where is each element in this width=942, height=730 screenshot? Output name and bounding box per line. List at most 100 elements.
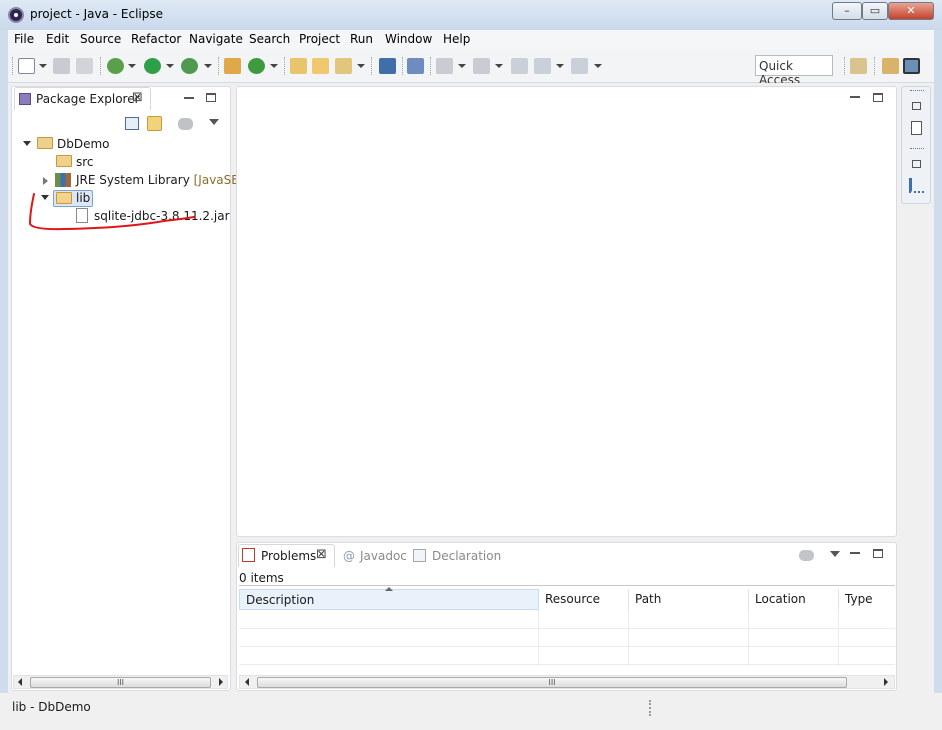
new-dropdown-icon[interactable] <box>39 64 47 68</box>
debug-dropdown-icon[interactable] <box>128 64 136 68</box>
toolbar-separator <box>218 57 219 75</box>
menu-help[interactable]: Help <box>443 32 470 46</box>
link-with-editor-icon[interactable] <box>147 116 162 131</box>
minimize-editor-icon[interactable] <box>850 96 860 98</box>
back-dropdown-icon[interactable] <box>556 64 564 68</box>
scroll-left-icon[interactable] <box>18 678 22 686</box>
menu-window[interactable]: Window <box>385 32 432 46</box>
minimize-view-icon[interactable] <box>850 552 860 554</box>
jre-library-label: JRE System Library <box>76 173 190 187</box>
javadoc-icon: @ <box>343 549 355 563</box>
view-menu-icon[interactable] <box>209 119 219 125</box>
table-row-divider <box>239 664 895 665</box>
search-dropdown-icon[interactable] <box>357 64 365 68</box>
last-edit-location-icon[interactable] <box>511 58 528 74</box>
scroll-thumb[interactable]: III <box>30 677 211 688</box>
next-annotation-icon[interactable] <box>436 58 453 74</box>
minimize-button[interactable]: – <box>832 2 862 20</box>
scroll-right-icon[interactable] <box>884 678 888 686</box>
close-tab-icon[interactable]: ⊠ <box>316 547 327 562</box>
editor-area[interactable] <box>236 86 897 537</box>
view-menu-icon[interactable] <box>830 551 840 557</box>
table-column-divider <box>838 610 839 666</box>
menu-file[interactable]: File <box>14 32 34 46</box>
maximize-view-icon[interactable] <box>873 549 883 558</box>
new-java-class-icon[interactable] <box>248 58 265 74</box>
close-tab-icon[interactable]: ⊠ <box>132 90 143 105</box>
maximize-view-icon[interactable] <box>206 93 216 102</box>
problems-hscrollbar[interactable]: III <box>239 675 895 689</box>
search-icon[interactable] <box>335 58 352 74</box>
menu-navigate[interactable]: Navigate <box>189 32 243 46</box>
column-header-path[interactable]: Path <box>629 589 749 610</box>
quick-access-field[interactable]: Quick Access <box>755 55 833 87</box>
trim-grip <box>910 148 924 150</box>
menu-run[interactable]: Run <box>350 32 373 46</box>
menu-source[interactable]: Source <box>80 32 121 46</box>
run-dropdown-icon[interactable] <box>166 64 174 68</box>
tab-declaration[interactable]: Declaration <box>432 549 501 563</box>
column-header-type[interactable]: Type <box>839 589 895 610</box>
forward-dropdown-icon[interactable] <box>594 64 602 68</box>
toolbar-grip <box>12 57 13 75</box>
package-explorer-hscrollbar[interactable]: III <box>13 675 228 689</box>
tree-item-src[interactable]: src <box>76 155 94 169</box>
toolbar-separator <box>844 57 845 75</box>
project-icon <box>37 137 53 149</box>
external-tools-dropdown-icon[interactable] <box>204 64 212 68</box>
minimize-view-icon[interactable] <box>184 97 194 99</box>
previous-annotation-icon[interactable] <box>473 58 490 74</box>
previous-annotation-dropdown-icon[interactable] <box>495 64 503 68</box>
tab-javadoc[interactable]: Javadoc <box>360 549 407 563</box>
trim-grip <box>910 90 924 92</box>
back-icon[interactable] <box>534 58 551 74</box>
menu-refactor[interactable]: Refactor <box>131 32 181 46</box>
open-task-icon[interactable] <box>312 58 329 74</box>
close-button[interactable]: ✕ <box>888 2 934 20</box>
scroll-thumb[interactable]: III <box>257 677 847 688</box>
run-icon[interactable] <box>144 58 161 74</box>
tree-item-jre-system-library[interactable]: JRE System Library [JavaSE-1. <box>76 173 255 187</box>
forward-icon[interactable] <box>571 58 588 74</box>
menu-search[interactable]: Search <box>249 32 290 46</box>
java-perspective-icon[interactable] <box>903 58 920 74</box>
run-external-tools-icon[interactable] <box>181 58 198 74</box>
expand-twisty-icon[interactable] <box>23 141 31 146</box>
status-bar <box>0 693 942 730</box>
column-header-resource[interactable]: Resource <box>539 589 629 610</box>
open-type-icon[interactable] <box>290 58 307 74</box>
table-column-divider <box>748 610 749 666</box>
restore-icon[interactable] <box>912 102 921 110</box>
debug-icon[interactable] <box>107 58 124 74</box>
maximize-editor-icon[interactable] <box>873 93 883 102</box>
java-ee-perspective-icon[interactable] <box>882 58 899 74</box>
open-perspective-icon[interactable] <box>850 58 867 74</box>
next-annotation-dropdown-icon[interactable] <box>458 64 466 68</box>
column-header-location[interactable]: Location <box>749 589 839 610</box>
table-column-divider <box>538 610 539 666</box>
menu-edit[interactable]: Edit <box>46 32 69 46</box>
maximize-button[interactable]: ▭ <box>862 2 888 20</box>
tab-package-explorer-label: Package Explorer <box>36 92 140 106</box>
collapse-all-icon[interactable] <box>125 117 139 130</box>
new-class-dropdown-icon[interactable] <box>270 64 278 68</box>
menu-project[interactable]: Project <box>299 32 340 46</box>
column-header-description[interactable]: Description <box>239 589 539 610</box>
new-icon[interactable] <box>18 58 35 74</box>
view-filters-icon <box>178 118 193 130</box>
toolbar-separator <box>284 57 285 75</box>
new-java-package-icon[interactable] <box>224 58 241 74</box>
task-list-icon[interactable] <box>909 178 924 193</box>
outline-icon[interactable] <box>911 121 922 135</box>
scroll-right-icon[interactable] <box>219 678 223 686</box>
save-all-icon <box>76 58 93 74</box>
collapsed-twisty-icon[interactable] <box>43 177 48 185</box>
sort-ascending-icon <box>385 587 393 591</box>
scroll-left-icon[interactable] <box>245 678 249 686</box>
table-top-border <box>239 585 895 586</box>
restore-icon[interactable] <box>912 160 921 168</box>
tree-item-dbdemo[interactable]: DbDemo <box>57 137 110 151</box>
toggle-mark-occurrences-icon[interactable] <box>407 58 424 74</box>
console-icon[interactable] <box>379 58 396 74</box>
library-icon <box>55 173 71 187</box>
